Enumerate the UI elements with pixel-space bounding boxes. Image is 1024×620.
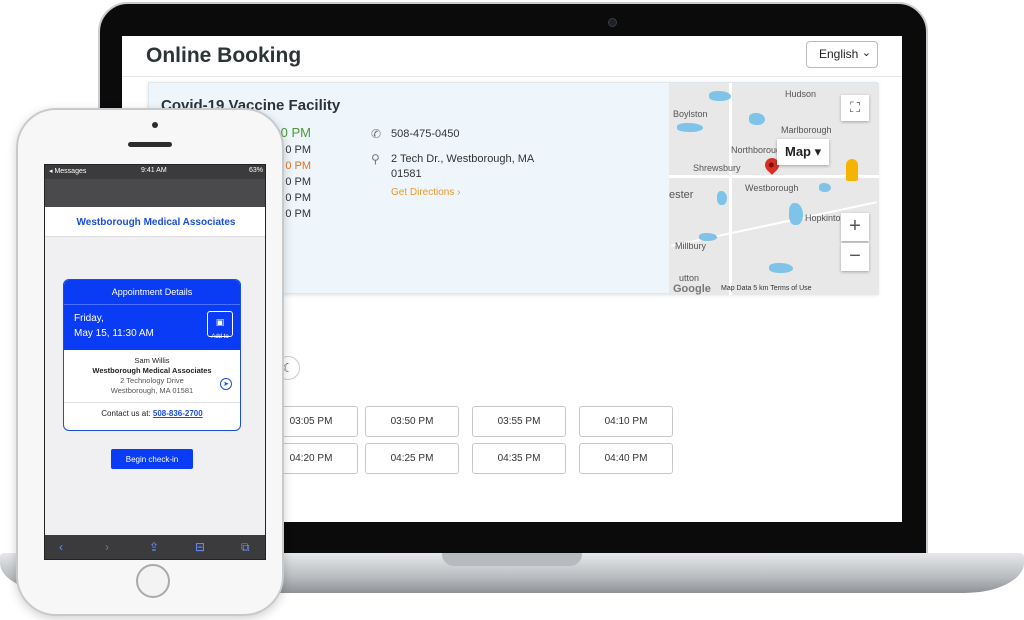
phone-frame: ◂ Messages 9:41 AM 63% Westborough Medic…	[16, 108, 284, 616]
language-select[interactable]: English ⌄	[806, 41, 878, 68]
map-town: utton	[679, 273, 700, 283]
webcam	[608, 18, 617, 27]
add-to-label: Add to	[211, 334, 229, 340]
map-town: Shrewsbury	[693, 163, 741, 173]
map-footer: Google Map Data 5 km Terms of Use	[669, 283, 879, 295]
battery-level: 63%	[248, 167, 263, 174]
appointment-date: Friday, May 15, 11:30 AM ▣ Add to	[64, 304, 240, 350]
map-town: Hopkinton	[805, 213, 846, 223]
street-address: 2 Technology Drive	[120, 376, 184, 385]
bookmarks-icon[interactable]: ⊟	[195, 540, 205, 554]
map-widget[interactable]: Hudson Boylston Northborough Marlborough…	[669, 83, 879, 295]
browser-toolbar: ‹ › ⇪ ⊟ ⧉	[45, 535, 265, 559]
map-town: Hudson	[785, 89, 817, 99]
navigation-arrow-icon[interactable]: ➤	[220, 378, 232, 390]
map-type-label: Map	[785, 144, 811, 159]
contact-phone-link[interactable]: 508-836-2700	[153, 409, 203, 418]
time-slot-button[interactable]: 04:10 PM	[579, 406, 673, 437]
appointment-details: Sam Willis Westborough Medical Associate…	[64, 350, 240, 402]
map-type-button[interactable]: Map ▾	[777, 139, 829, 165]
map-water	[717, 191, 727, 205]
fullscreen-icon[interactable]: ⛶	[841, 95, 869, 121]
front-camera	[152, 122, 158, 128]
language-value: English	[819, 47, 859, 61]
status-time: 9:41 AM	[141, 167, 167, 174]
map-water	[677, 123, 703, 132]
page-title: Online Booking	[146, 44, 302, 67]
earpiece-speaker	[128, 142, 172, 147]
appointment-card-title: Appointment Details	[64, 280, 240, 304]
status-bar: ◂ Messages 9:41 AM 63%	[45, 165, 265, 179]
map-water	[769, 263, 793, 273]
time-slot-button[interactable]: 04:35 PM	[472, 443, 566, 474]
appointment-card: Appointment Details Friday, May 15, 11:3…	[63, 279, 241, 431]
time-slot-button[interactable]: 04:25 PM	[365, 443, 459, 474]
browser-address-bar[interactable]	[45, 179, 265, 207]
begin-checkin-button[interactable]: Begin check-in	[111, 449, 193, 469]
phone-icon: ✆	[371, 127, 382, 141]
map-road	[729, 83, 732, 295]
appointment-datetime: May 15, 11:30 AM	[74, 328, 154, 339]
zoom-out-icon[interactable]: −	[841, 243, 869, 271]
calendar-icon: ▣	[215, 317, 225, 327]
map-town: Millbury	[675, 241, 707, 251]
header-divider	[122, 76, 902, 77]
share-icon[interactable]: ⇪	[149, 540, 159, 554]
tabs-icon[interactable]: ⧉	[241, 540, 250, 555]
get-directions-link[interactable]: Get Directions ›	[391, 185, 534, 200]
back-icon[interactable]: ‹	[59, 540, 63, 554]
map-water	[699, 233, 717, 241]
caret-down-icon: ▾	[814, 144, 822, 159]
patient-name: Sam Willis	[134, 356, 170, 365]
map-town: Marlborough	[781, 125, 832, 135]
time-slot-button[interactable]: 03:55 PM	[472, 406, 566, 437]
add-to-calendar-button[interactable]: ▣ Add to	[207, 311, 233, 340]
map-water	[819, 183, 831, 192]
practice-name: Westborough Medical Associates	[92, 366, 212, 375]
map-town: Westborough	[745, 183, 799, 193]
facility-phone[interactable]: 508-475-0450	[391, 128, 460, 140]
forward-icon[interactable]: ›	[105, 540, 109, 554]
time-slot-button[interactable]: 03:50 PM	[365, 406, 459, 437]
street-view-pegman-icon[interactable]	[846, 159, 858, 181]
contact-label: Contact us at:	[101, 409, 151, 418]
location-pin-icon: ⚲	[371, 152, 380, 166]
map-town: ester	[669, 189, 694, 201]
city-address: Westborough, MA 01581	[110, 386, 194, 395]
back-to-messages[interactable]: ◂ Messages	[49, 168, 86, 175]
home-button[interactable]	[136, 564, 170, 598]
contact-row: Contact us at: 508-836-2700	[64, 402, 240, 430]
address-row: ⚲ 2 Tech Dr., Westborough, MA 01581 Get …	[371, 152, 534, 200]
appointment-day: Friday,	[74, 313, 104, 324]
map-town: Boylston	[673, 109, 708, 119]
address-line2: 01581	[391, 168, 422, 180]
map-water	[749, 113, 765, 125]
phone-screen: ◂ Messages 9:41 AM 63% Westborough Medic…	[44, 164, 266, 560]
laptop-notch	[442, 553, 582, 566]
phone-row: ✆ 508-475-0450	[371, 127, 534, 142]
time-slot-button[interactable]: 04:40 PM	[579, 443, 673, 474]
zoom-in-icon[interactable]: +	[841, 213, 869, 241]
map-attribution[interactable]: Map Data 5 km Terms of Use	[721, 285, 812, 292]
map-water	[789, 203, 803, 225]
practice-header: Westborough Medical Associates	[45, 207, 265, 237]
address-line1: 2 Tech Dr., Westborough, MA	[391, 153, 535, 165]
map-water	[709, 91, 731, 101]
chevron-down-icon: ⌄	[861, 47, 871, 59]
facility-contact: ✆ 508-475-0450 ⚲ 2 Tech Dr., Westborough…	[371, 127, 534, 210]
google-logo: Google	[673, 283, 711, 295]
